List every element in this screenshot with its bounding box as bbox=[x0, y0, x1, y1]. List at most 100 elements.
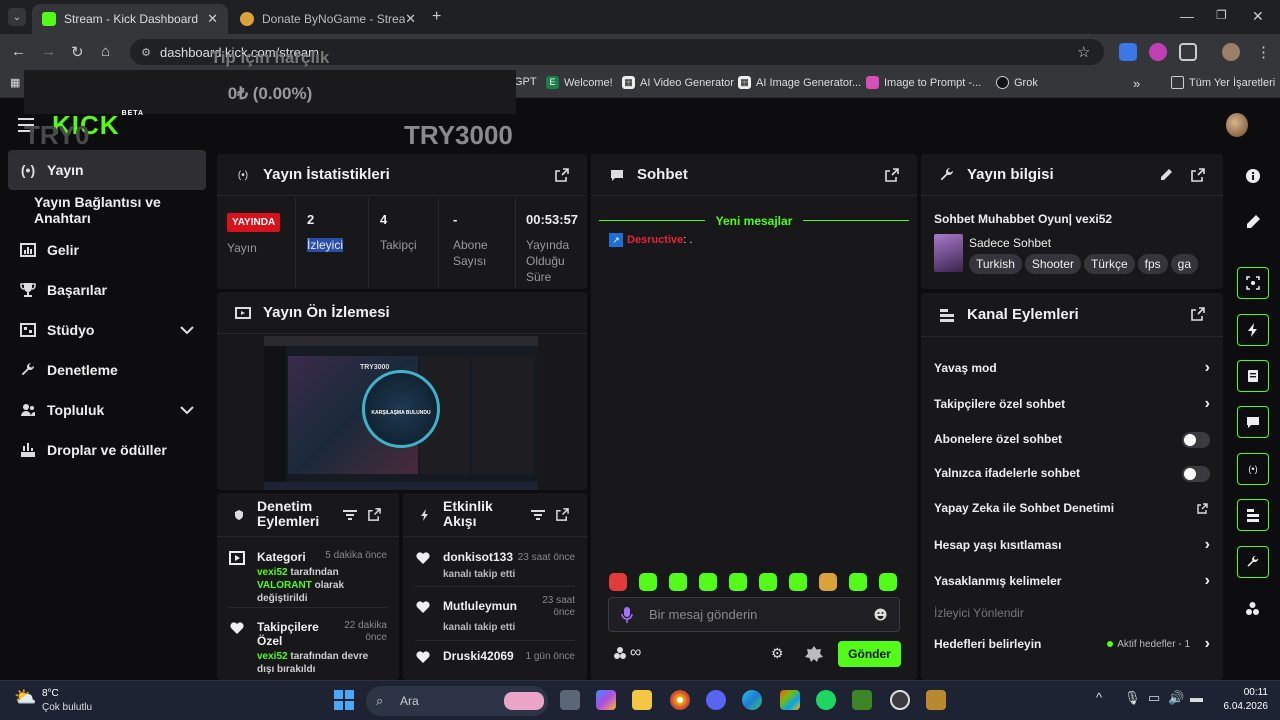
profile-avatar-icon[interactable] bbox=[1222, 43, 1240, 61]
bookmark-ai-video[interactable]: ▦ AI Video Generator bbox=[622, 76, 734, 89]
spotify-icon[interactable] bbox=[816, 690, 836, 710]
microphone-tray-icon[interactable]: 🎙 bbox=[1124, 690, 1141, 706]
extensions-puzzle-icon[interactable] bbox=[1179, 43, 1197, 61]
emote-icon[interactable] bbox=[759, 573, 777, 591]
stream-preview-video[interactable]: TRY3000 KARŞILAŞMA BULUNDU bbox=[264, 336, 538, 490]
maximize-button[interactable]: ❐ bbox=[1216, 8, 1227, 22]
discord-icon[interactable] bbox=[706, 690, 726, 710]
extension-icon[interactable] bbox=[1149, 43, 1167, 61]
bookmark-gpt[interactable]: GPT bbox=[514, 76, 537, 88]
sidebar-item-denetleme[interactable]: Denetleme bbox=[0, 350, 214, 390]
microphone-icon[interactable] bbox=[621, 607, 633, 623]
volume-icon[interactable]: 🔊 bbox=[1168, 690, 1184, 706]
chat-users-icon[interactable] bbox=[613, 646, 629, 660]
rail-tools-button[interactable] bbox=[1237, 546, 1269, 578]
translate-extension-icon[interactable] bbox=[1119, 43, 1137, 61]
action-ai-moderation[interactable]: Yapay Zeka ile Sohbet Denetimi bbox=[934, 498, 1210, 518]
action-slow-mode[interactable]: Yavaş mod › bbox=[934, 358, 1210, 378]
tab-close-icon[interactable]: ✕ bbox=[405, 11, 416, 27]
rail-actions-button[interactable] bbox=[1237, 499, 1269, 531]
taskbar-clock[interactable]: 00:11 6.04.2026 bbox=[1212, 686, 1269, 714]
send-button[interactable]: Gönder bbox=[838, 641, 901, 667]
popout-icon[interactable] bbox=[556, 508, 569, 521]
sidebar-item-basarilar[interactable]: Başarılar bbox=[0, 270, 214, 310]
emote-icon[interactable] bbox=[609, 573, 627, 591]
obs-icon[interactable] bbox=[890, 690, 910, 710]
minecraft-icon[interactable] bbox=[852, 690, 872, 710]
action-set-goals[interactable]: Hedefleri belirleyin Aktif hedefler - 1 › bbox=[934, 634, 1210, 654]
add-widget-icon[interactable] bbox=[1245, 601, 1261, 617]
popout-icon[interactable] bbox=[885, 168, 899, 182]
settings-gear-icon[interactable]: ⚙ bbox=[771, 645, 784, 662]
copilot-icon[interactable] bbox=[596, 690, 616, 710]
tab-donate-bynogame[interactable]: Donate ByNoGame - Streamer ✕ bbox=[230, 4, 426, 34]
tab-kick-dashboard[interactable]: Stream - Kick Dashboard ✕ bbox=[32, 4, 228, 34]
action-followers-only[interactable]: Takipçilere özel sohbet › bbox=[934, 394, 1210, 414]
bookmark-welcome[interactable]: E Welcome! bbox=[546, 76, 613, 89]
filter-icon[interactable] bbox=[531, 509, 545, 521]
rail-notes-button[interactable] bbox=[1237, 360, 1269, 392]
windows-start-icon[interactable] bbox=[334, 690, 354, 710]
browser-menu-icon[interactable]: ⋮ bbox=[1256, 43, 1271, 61]
infinity-icon[interactable]: ∞ bbox=[630, 644, 641, 662]
apps-grid-icon[interactable]: ▦ bbox=[10, 76, 20, 89]
action-account-age[interactable]: Hesap yaşı kısıtlaması › bbox=[934, 535, 1210, 555]
all-bookmarks-folder[interactable]: Tüm Yer İşaretleri bbox=[1171, 76, 1275, 89]
rail-quick-actions-button[interactable] bbox=[1237, 314, 1269, 346]
sidebar-item-stream-key[interactable]: Yayın Bağlantısı ve Anahtarı bbox=[0, 190, 214, 230]
emoji-icon[interactable] bbox=[874, 608, 887, 621]
rail-broadcast-button[interactable]: (•) bbox=[1237, 453, 1269, 485]
edge-icon[interactable] bbox=[742, 690, 762, 710]
sidebar-item-yayin[interactable]: (•) Yayın bbox=[8, 150, 206, 190]
edit-pencil-icon[interactable] bbox=[1160, 168, 1173, 181]
filter-icon[interactable] bbox=[343, 509, 357, 521]
chat-input-box[interactable] bbox=[608, 597, 900, 632]
emote-icon[interactable] bbox=[879, 573, 897, 591]
action-banned-words[interactable]: Yasaklanmış kelimeler › bbox=[934, 571, 1210, 591]
window-close-button[interactable]: ✕ bbox=[1252, 8, 1264, 25]
league-icon[interactable] bbox=[926, 690, 946, 710]
bookmark-grok[interactable]: Grok bbox=[996, 76, 1038, 89]
emotes-only-toggle[interactable] bbox=[1182, 466, 1210, 482]
rail-screenshot-button[interactable] bbox=[1237, 267, 1269, 299]
store-icon[interactable] bbox=[780, 690, 800, 710]
taskbar-search[interactable]: ⌕ Ara bbox=[366, 686, 548, 716]
chat-username[interactable]: Desructive bbox=[627, 234, 683, 246]
tab-search-button[interactable]: ⌄ bbox=[8, 8, 26, 26]
chevron-down-icon[interactable] bbox=[180, 325, 194, 335]
emote-icon[interactable] bbox=[729, 573, 747, 591]
sidebar-item-topluluk[interactable]: Topluluk bbox=[0, 390, 214, 430]
more-bookmarks-button[interactable]: » bbox=[1133, 76, 1140, 91]
badge-icon[interactable] bbox=[805, 645, 823, 663]
bookmark-star-icon[interactable]: ☆ bbox=[1077, 43, 1090, 61]
emote-icon[interactable] bbox=[819, 573, 837, 591]
popout-icon[interactable] bbox=[368, 508, 381, 521]
popout-icon[interactable] bbox=[1191, 168, 1205, 182]
chrome-icon[interactable] bbox=[670, 690, 690, 710]
bookmark-ai-image[interactable]: ▦ AI Image Generator... bbox=[738, 76, 861, 89]
network-icon[interactable]: ▭ bbox=[1148, 690, 1160, 706]
sidebar-item-droplar[interactable]: Droplar ve ödüller bbox=[0, 430, 214, 470]
bookmark-image-to-prompt[interactable]: Image to Prompt -... bbox=[866, 76, 981, 89]
emote-icon[interactable] bbox=[669, 573, 687, 591]
emote-icon[interactable] bbox=[699, 573, 717, 591]
user-avatar[interactable] bbox=[1226, 113, 1248, 137]
chat-message-input[interactable] bbox=[649, 598, 869, 631]
edit-pencil-icon[interactable] bbox=[1245, 214, 1261, 230]
info-icon[interactable] bbox=[1245, 168, 1261, 184]
new-messages-divider[interactable]: Yeni mesajlar bbox=[599, 214, 909, 228]
rail-chat-button[interactable] bbox=[1237, 406, 1269, 438]
chevron-down-icon[interactable] bbox=[180, 405, 194, 415]
subscribers-only-toggle[interactable] bbox=[1182, 432, 1210, 448]
emote-icon[interactable] bbox=[639, 573, 657, 591]
weather-widget[interactable]: ⛅ 8°C Çok bulutlu bbox=[14, 687, 92, 713]
file-explorer-icon[interactable] bbox=[632, 690, 652, 710]
task-view-icon[interactable] bbox=[560, 690, 580, 710]
tab-close-icon[interactable]: ✕ bbox=[207, 11, 218, 27]
tray-chevron-up-icon[interactable]: ^ bbox=[1096, 690, 1102, 705]
emote-icon[interactable] bbox=[849, 573, 867, 591]
popout-icon[interactable] bbox=[555, 168, 569, 182]
popout-icon[interactable] bbox=[1191, 307, 1205, 321]
battery-icon[interactable]: ▬ bbox=[1190, 690, 1203, 705]
minimize-button[interactable]: — bbox=[1180, 8, 1194, 24]
